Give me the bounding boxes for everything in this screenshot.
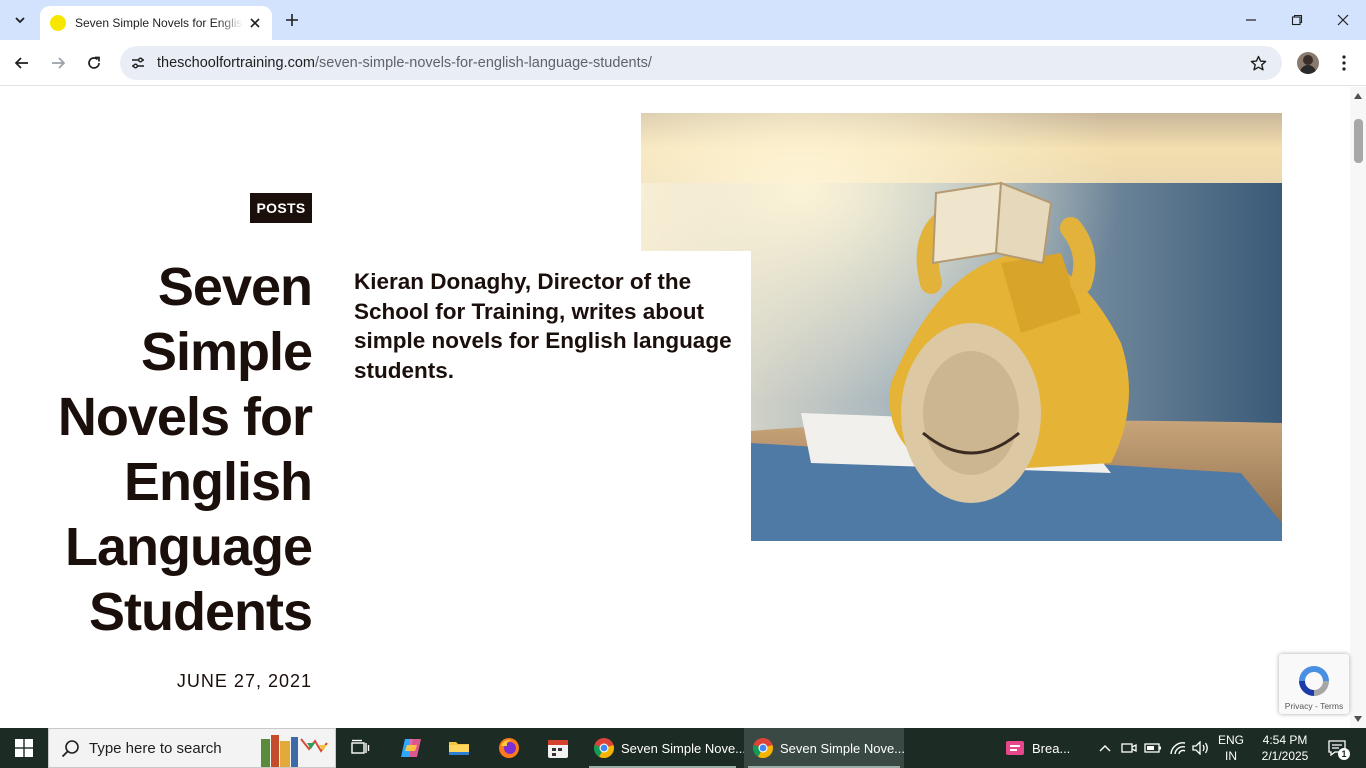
post-excerpt: Kieran Donaghy, Director of the School f… [354,269,732,383]
taskbar-app-label: Seven Simple Nove... [780,740,906,756]
restore-icon [1291,14,1303,26]
browser-menu-button[interactable] [1334,52,1354,74]
arrow-left-icon [14,57,28,69]
taskbar-app-chrome-2[interactable]: Seven Simple Nove... [744,728,906,768]
close-icon [1337,14,1349,26]
page-viewport: POSTS Seven Simple Novels for English La… [0,87,1350,728]
news-label: Brea... [1032,740,1071,756]
tab-close-button[interactable] [246,14,264,32]
wifi-tray-button[interactable] [1168,738,1188,758]
volume-tray-button[interactable] [1191,738,1211,758]
chevron-down-icon [15,17,25,24]
title-line: Language [64,517,313,577]
language-indicator[interactable]: ENG IN [1213,732,1249,764]
wifi-icon [1170,742,1186,755]
calendar-app-icon [548,740,568,758]
tab-strip: Seven Simple Novels for English Language… [0,0,1366,40]
title-line: Simple [140,322,313,382]
more-vertical-icon [1342,55,1346,71]
camera-icon [1121,743,1137,753]
tab-title: Seven Simple Novels for English Language… [75,16,243,30]
scroll-up-button[interactable] [1350,91,1366,101]
browser-toolbar: theschoolfortraining.com/seven-simple-no… [0,40,1366,86]
clock-time: 4:54 PM [1262,733,1308,747]
star-icon [1250,55,1266,70]
close-window-button[interactable] [1320,0,1366,40]
news-icon [1006,741,1024,755]
notification-count: 1 [1338,748,1350,760]
firefox-icon [499,738,519,758]
start-button[interactable] [0,728,48,768]
chrome-icon [753,738,773,759]
triangle-up-icon [1354,93,1362,99]
reload-button[interactable] [80,49,108,77]
new-tab-button[interactable] [280,8,304,32]
site-favicon-icon [50,15,66,31]
copilot-icon [401,739,421,757]
forward-button[interactable] [44,49,72,77]
title-line: Seven [157,257,313,317]
title-line: Novels for [57,387,313,447]
category-badge[interactable]: POSTS [250,193,312,223]
task-view-icon [351,739,370,754]
recaptcha-badge[interactable]: Privacy - Terms [1279,654,1349,714]
folder-icon [449,742,469,755]
windows-taskbar: Type here to search Seven Simple Nove...… [0,728,1366,768]
site-info-button[interactable] [128,53,148,73]
taskbar-app-chrome-1[interactable]: Seven Simple Nove... [585,728,746,768]
back-button[interactable] [8,49,36,77]
recaptcha-links[interactable]: Privacy - Terms [1279,701,1349,711]
file-explorer-button[interactable] [437,728,481,768]
scroll-down-button[interactable] [1350,714,1366,724]
tune-icon [132,57,144,69]
reload-icon [88,56,100,69]
clock[interactable]: 4:54 PM 2/1/2025 [1252,732,1318,764]
tab-search-button[interactable] [6,6,34,34]
clock-date: 2/1/2025 [1261,749,1309,763]
region-code: IN [1225,749,1237,763]
close-icon [250,18,260,28]
chevron-up-icon [1099,745,1111,752]
post-title: Seven Simple Novels for English Language… [12,255,313,645]
bookmark-star-button[interactable] [1248,53,1268,73]
firefox-button[interactable] [487,728,531,768]
language-code: ENG [1217,733,1244,747]
camera-tray-button[interactable] [1119,738,1139,758]
show-hidden-icons-button[interactable] [1095,738,1115,758]
profile-avatar[interactable] [1297,52,1319,74]
restore-button[interactable] [1274,0,1320,40]
url-text[interactable]: theschoolfortraining.com/seven-simple-no… [157,55,652,71]
recaptcha-icon [1299,666,1329,696]
copilot-button[interactable] [389,728,433,768]
post-date: JUNE 27, 2021 [176,671,312,691]
search-placeholder: Type here to search [89,740,222,757]
url-host: theschoolfortraining.com [157,55,315,71]
triangle-down-icon [1354,716,1362,722]
windows-logo-icon [15,739,33,757]
plus-icon [286,14,298,26]
books-highlight-illustration [261,735,328,767]
arrow-right-icon [52,57,66,69]
minimize-icon [1246,19,1256,21]
task-view-button[interactable] [338,728,382,768]
news-widget[interactable]: Brea... [996,728,1086,768]
active-tab[interactable]: Seven Simple Novels for English Language… [40,6,272,40]
scroll-thumb[interactable] [1354,119,1363,163]
taskbar-search[interactable]: Type here to search [48,728,336,768]
notifications-button[interactable]: 1 [1324,738,1350,760]
speaker-icon [1192,741,1208,755]
page-scrollbar[interactable] [1350,87,1366,728]
title-line: English [123,452,313,512]
search-icon [61,740,79,758]
minimize-button[interactable] [1228,0,1274,40]
battery-tray-button[interactable] [1143,738,1163,758]
clipchamp-button[interactable] [536,728,580,768]
title-line: Students [88,582,313,642]
url-path: /seven-simple-novels-for-english-languag… [314,55,652,71]
battery-icon [1144,743,1161,753]
taskbar-app-label: Seven Simple Nove... [621,740,747,756]
chrome-icon [594,738,614,759]
address-bar[interactable]: theschoolfortraining.com/seven-simple-no… [120,46,1282,80]
